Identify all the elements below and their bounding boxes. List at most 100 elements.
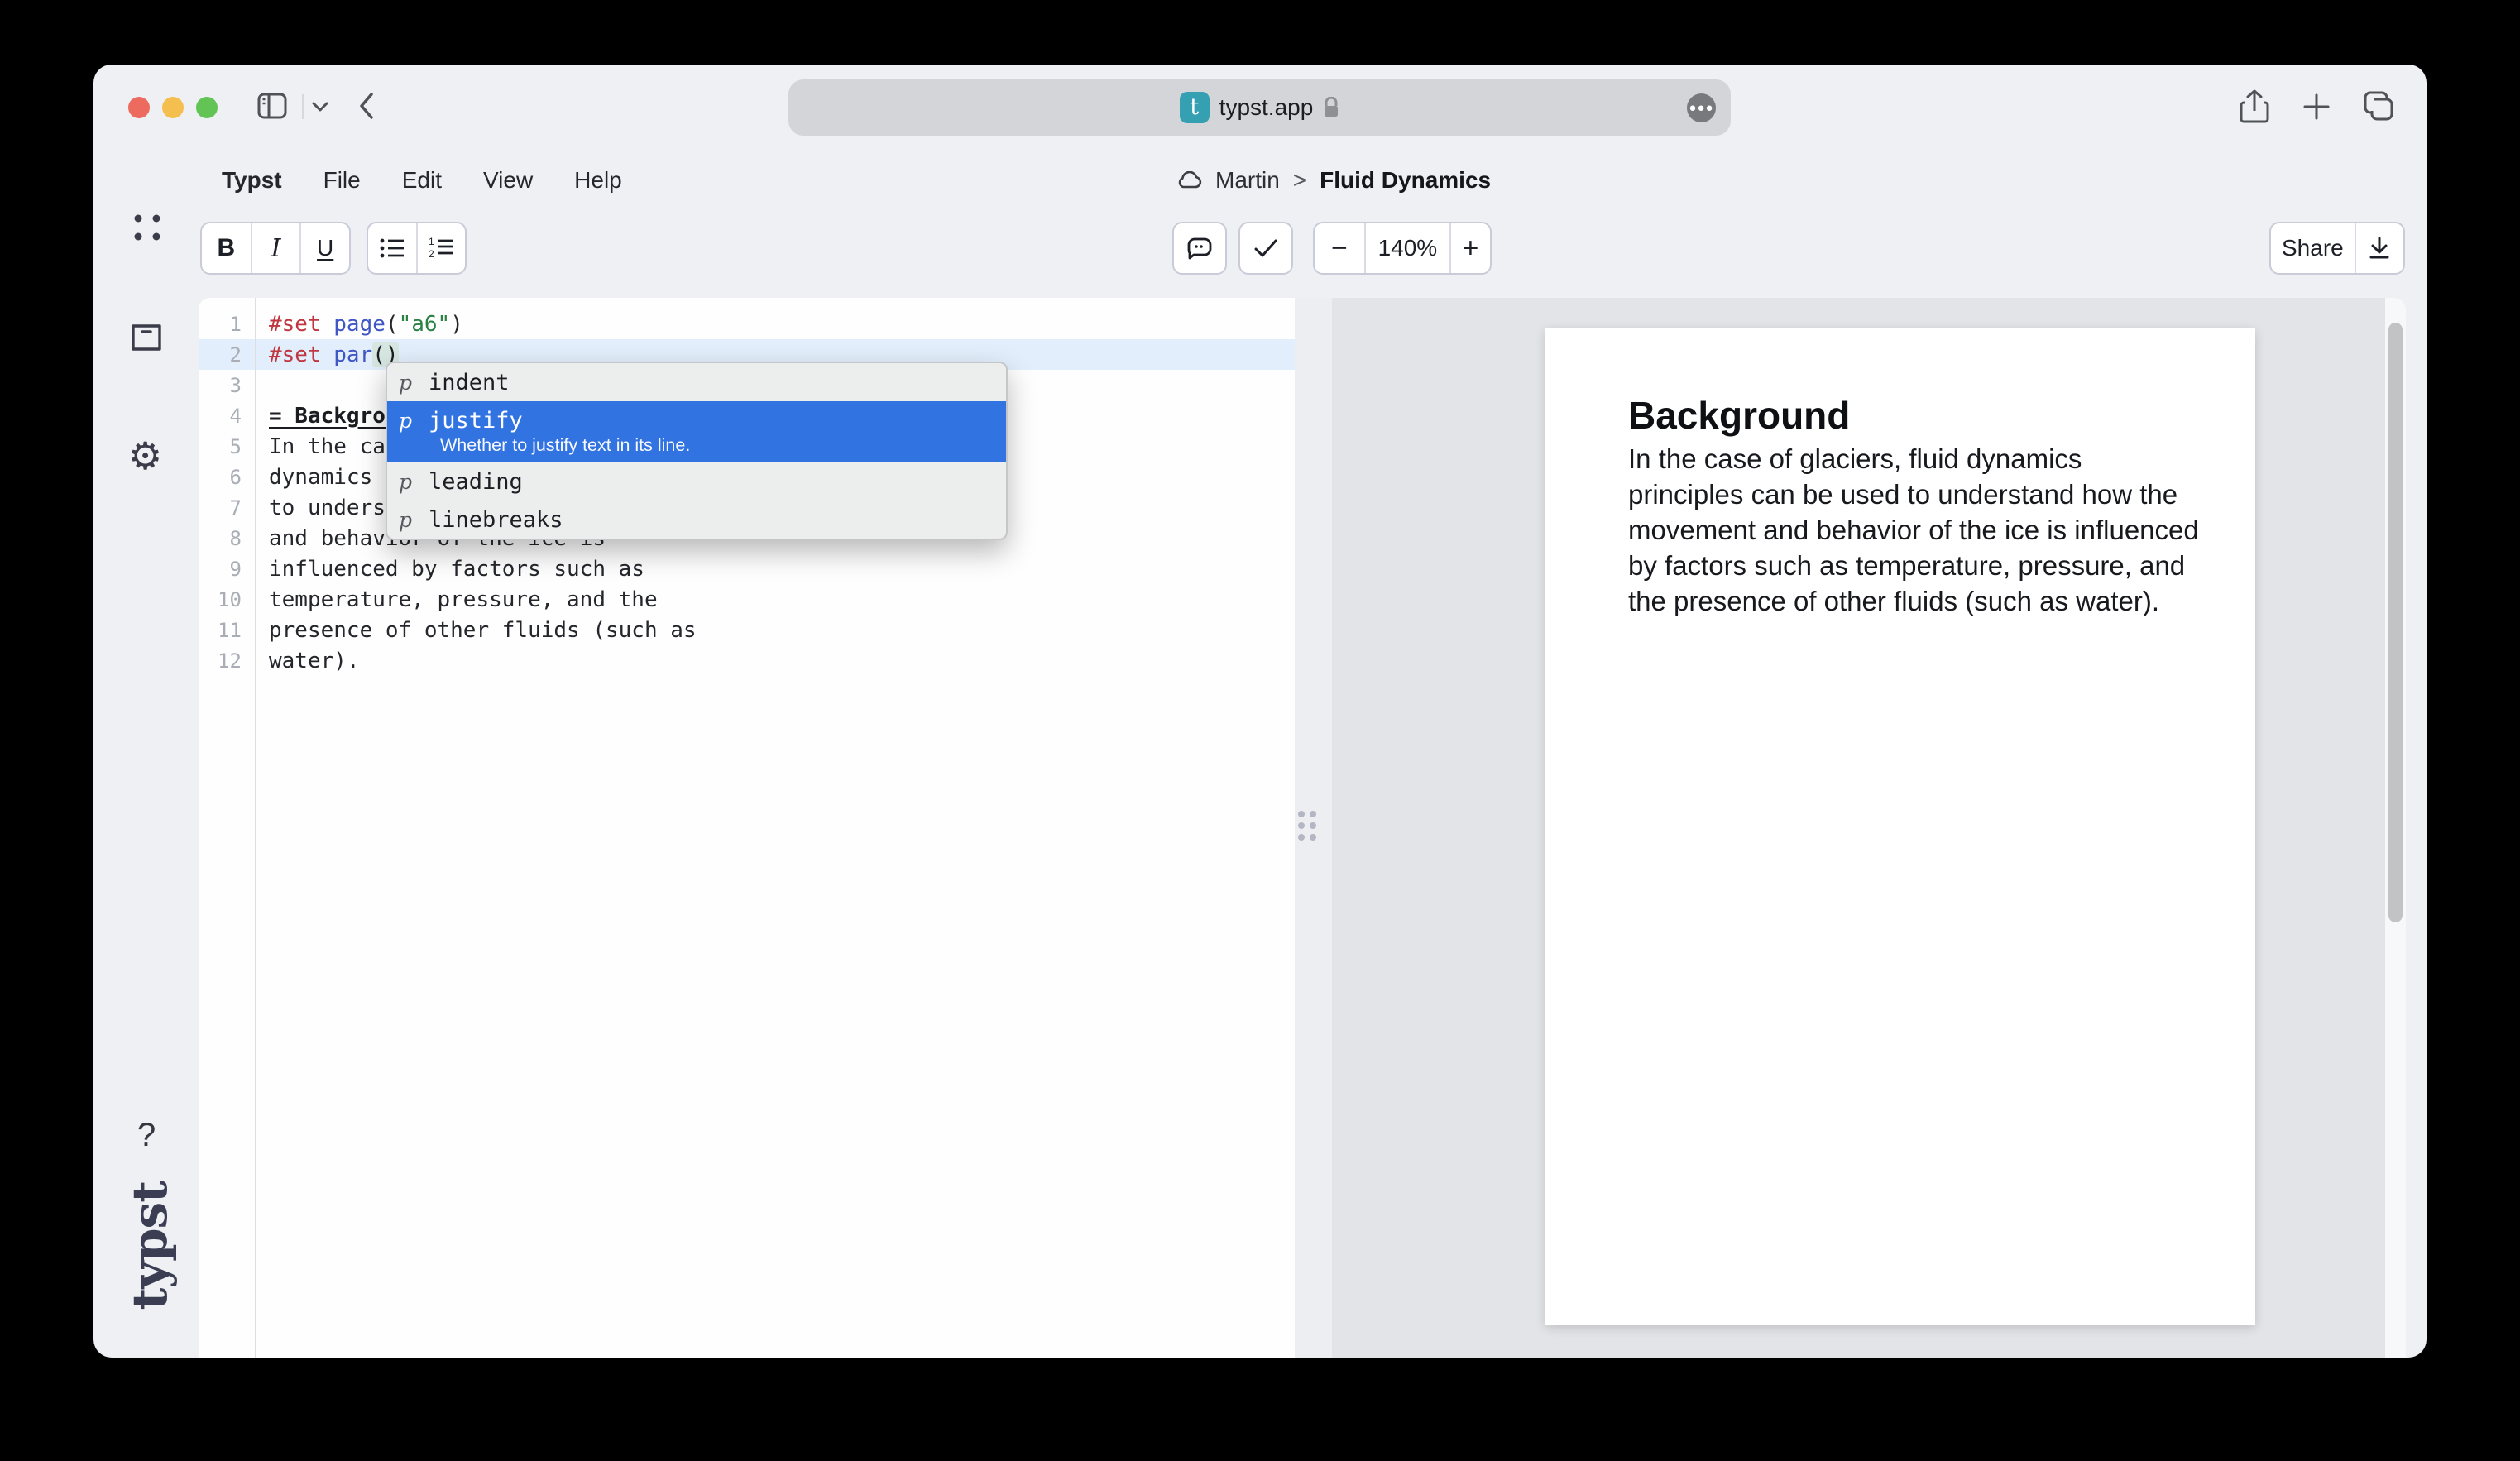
autocomplete-dropdown: pindentpjustifyWhether to justify text i… (386, 362, 1008, 540)
menu-bar-items: Typst File Edit View Help (222, 167, 622, 194)
bullet-list-button[interactable] (368, 223, 416, 273)
download-button[interactable] (2355, 223, 2403, 273)
share-group: Share (2269, 222, 2405, 275)
gutter-separator (255, 298, 256, 1358)
zoom-group: − 140% + (1313, 222, 1492, 275)
line-number: 12 (199, 649, 242, 673)
param-type-icon: p (399, 371, 420, 395)
code-line-1[interactable]: 1#set page("a6") (199, 309, 1295, 339)
zoom-in-button[interactable]: + (1449, 223, 1490, 273)
numbered-list-icon: 1 2 (429, 237, 453, 260)
preview-pane: Background In the case of glaciers, flui… (1332, 298, 2406, 1358)
sidebar-toggle-icon[interactable] (257, 92, 287, 120)
pane-drag-handle[interactable] (1298, 811, 1316, 841)
new-tab-icon[interactable] (2302, 93, 2331, 121)
lock-icon (1323, 97, 1339, 118)
menu-item-view[interactable]: View (483, 167, 533, 194)
code-text: presence of other fluids (such as (269, 618, 697, 643)
preview-scrollbar-track[interactable] (2385, 298, 2406, 1358)
autocomplete-item-leading[interactable]: p leading (387, 462, 1006, 501)
underline-button[interactable]: U (299, 223, 349, 273)
line-number: 5 (199, 435, 242, 458)
cloud-icon (1176, 171, 1202, 189)
italic-button[interactable]: I (251, 223, 300, 273)
page-settings-icon[interactable]: ●●● (1687, 93, 1716, 122)
help-icon[interactable]: ? (137, 1117, 156, 1154)
autocomplete-item-justify[interactable]: p justifyWhether to justify text in its l… (387, 401, 1006, 462)
share-icon[interactable] (2240, 89, 2269, 124)
address-bar[interactable]: t typst.app ●●● (788, 79, 1731, 136)
param-label: justify (429, 408, 523, 434)
line-number: 7 (199, 496, 242, 520)
code-line-12[interactable]: 12 water). (199, 645, 1295, 676)
line-number: 4 (199, 405, 242, 428)
line-number: 11 (199, 619, 242, 642)
param-type-icon: p (399, 508, 420, 532)
bold-button[interactable]: B (202, 223, 251, 273)
line-number: 10 (199, 588, 242, 611)
close-window-button[interactable] (128, 97, 150, 118)
checkmark-icon (1253, 238, 1278, 258)
text-style-group: B I U (200, 222, 351, 275)
param-description: Whether to justify text in its line. (440, 435, 690, 456)
share-button[interactable]: Share (2271, 223, 2355, 273)
line-number: 6 (199, 466, 242, 489)
traffic-lights (128, 97, 218, 118)
list-group: 1 2 (367, 222, 467, 275)
svg-text:2: 2 (429, 248, 434, 260)
url-text: typst.app (1219, 94, 1314, 121)
comment-icon (1187, 237, 1212, 260)
line-number: 3 (199, 374, 242, 397)
code-line-9[interactable]: 9 influenced by factors such as (199, 553, 1295, 584)
line-number: 8 (199, 527, 242, 550)
zoom-out-button[interactable]: − (1315, 223, 1364, 273)
zoom-window-button[interactable] (196, 97, 218, 118)
app-grid-icon[interactable] (132, 212, 163, 243)
bullet-list-icon (380, 237, 405, 259)
code-line-11[interactable]: 11 presence of other fluids (such as (199, 615, 1295, 645)
menu-item-help[interactable]: Help (574, 167, 622, 194)
breadcrumb-workspace[interactable]: Martin (1215, 167, 1280, 194)
typst-logo: typst (122, 1181, 178, 1310)
code-text: influenced by factors such as (269, 557, 644, 582)
param-type-icon: p (399, 470, 420, 494)
code-line-10[interactable]: 10 temperature, pressure, and the (199, 584, 1295, 615)
numbered-list-button[interactable]: 1 2 (416, 223, 465, 273)
menu-item-file[interactable]: File (323, 167, 361, 194)
autocomplete-item-linebreaks[interactable]: p linebreaks (387, 501, 1006, 539)
safari-window: t typst.app ●●● (93, 65, 2427, 1358)
breadcrumb: Martin > Fluid Dynamics (1176, 167, 1491, 194)
site-favicon: t (1180, 92, 1210, 123)
svg-text:1: 1 (429, 237, 434, 247)
autocomplete-item-indent[interactable]: pindent (387, 363, 1006, 401)
preview-body: In the case of glaciers, fluid dynamics … (1628, 441, 2201, 619)
param-type-icon: p (399, 409, 420, 433)
zoom-level[interactable]: 140% (1364, 223, 1449, 273)
line-number: 2 (199, 343, 242, 366)
param-label: indent (429, 370, 510, 395)
tab-overview-icon[interactable] (2364, 91, 2397, 122)
comment-button[interactable] (1172, 222, 1227, 275)
preview-scrollbar-thumb[interactable] (2388, 323, 2403, 922)
titlebar-divider (302, 94, 304, 119)
param-label: leading (429, 469, 523, 495)
line-number: 9 (199, 558, 242, 581)
code-text: water). (269, 649, 360, 673)
chevron-down-icon[interactable] (312, 102, 328, 113)
preview-heading: Background (1628, 393, 1850, 438)
minimize-window-button[interactable] (162, 97, 184, 118)
param-label: linebreaks (429, 507, 563, 533)
compile-status-button[interactable] (1238, 222, 1293, 275)
files-box-icon[interactable] (130, 323, 163, 352)
breadcrumb-separator: > (1293, 167, 1306, 194)
code-text: temperature, pressure, and the (269, 587, 658, 612)
line-number: 1 (199, 313, 242, 336)
preview-page: Background In the case of glaciers, flui… (1545, 328, 2255, 1325)
screen: t typst.app ●●● (0, 0, 2520, 1461)
back-icon[interactable] (358, 92, 375, 120)
menu-item-edit[interactable]: Edit (402, 167, 442, 194)
settings-gear-icon[interactable]: ⚙ (128, 434, 162, 478)
breadcrumb-document[interactable]: Fluid Dynamics (1320, 167, 1491, 194)
code-text: #set par() (269, 342, 399, 367)
menu-item-typst[interactable]: Typst (222, 167, 282, 194)
